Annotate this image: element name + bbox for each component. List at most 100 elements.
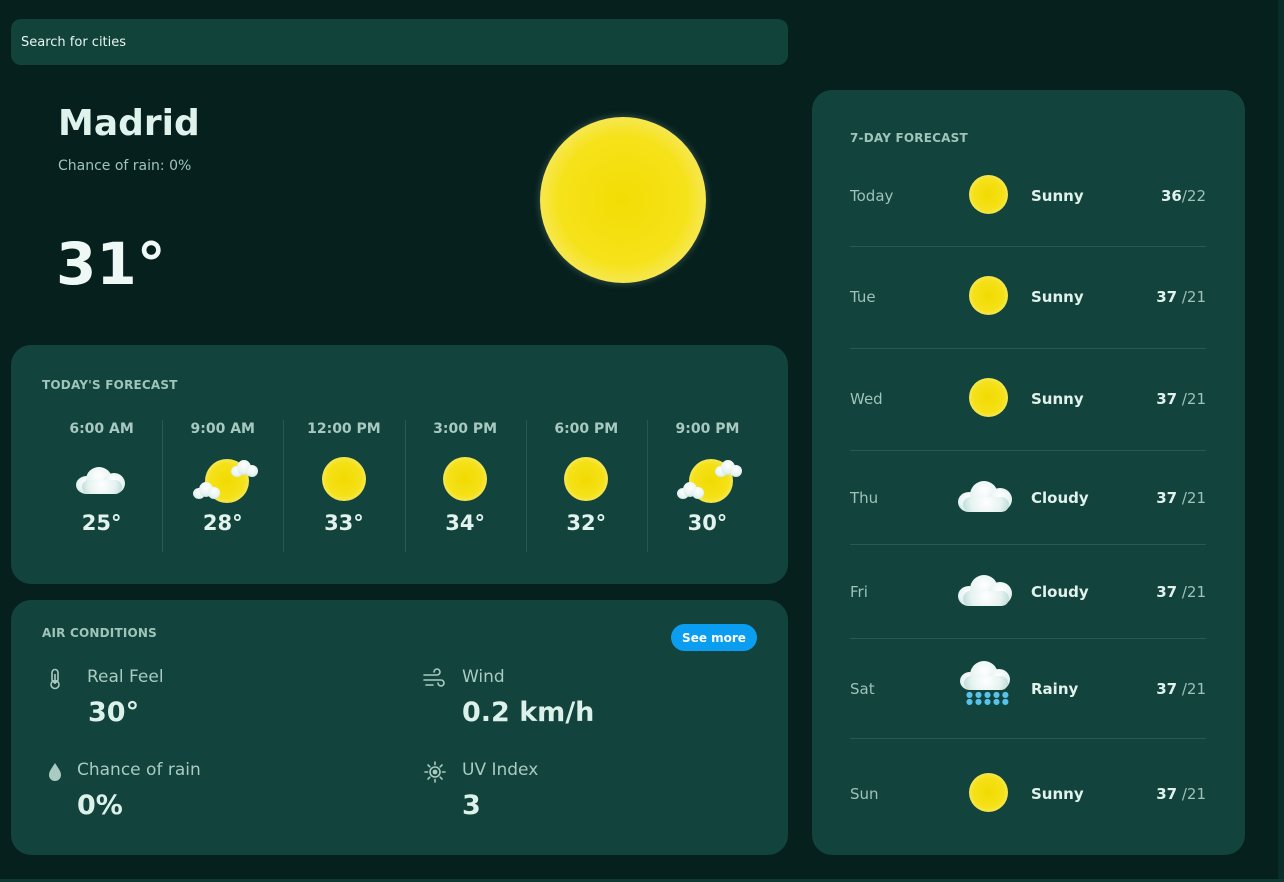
hour-time: 9:00 AM <box>190 421 255 437</box>
thermometer-icon <box>50 668 60 690</box>
day-name: Fri <box>850 583 868 601</box>
see-more-button[interactable]: See more <box>671 624 757 651</box>
day-high: 37 <box>1156 390 1178 408</box>
day-row: Fri Cloudy 37 /21 <box>850 545 1206 639</box>
todays-forecast-card: TODAY'S FORECAST 6:00 AM 25° 9:00 AM 28°… <box>11 345 788 584</box>
current-rain-chance: Chance of rain: 0% <box>58 158 192 174</box>
real-feel-label: Real Feel <box>87 667 164 687</box>
hour-time: 3:00 PM <box>433 421 498 437</box>
day-name: Sat <box>850 680 875 698</box>
cloud-icon <box>958 471 1018 521</box>
day-low: /21 <box>1177 583 1206 601</box>
day-temperature: 37 /21 <box>1156 288 1206 306</box>
day-condition: Rainy <box>1031 680 1079 698</box>
day-temperature: 37 /21 <box>1156 785 1206 803</box>
sun-icon <box>958 373 1018 423</box>
hour-time: 12:00 PM <box>307 421 381 437</box>
cloud-icon <box>72 453 132 505</box>
day-low: /21 <box>1177 785 1206 803</box>
hour-item: 6:00 PM 32° <box>525 420 647 555</box>
day-high: 37 <box>1156 785 1178 803</box>
rain-cloud-icon: ●●●●● ●●●●● <box>958 657 1018 707</box>
wind-icon <box>423 668 445 687</box>
day-high: 37 <box>1156 680 1178 698</box>
partly-cloudy-icon <box>677 453 743 505</box>
day-name: Sun <box>850 785 879 803</box>
day-low: /22 <box>1181 187 1206 205</box>
air-conditions-card: AIR CONDITIONS See more Real Feel 30° Wi… <box>11 600 788 855</box>
air-conditions-title: AIR CONDITIONS <box>42 626 157 640</box>
todays-forecast-title: TODAY'S FORECAST <box>42 378 178 392</box>
day-low: /21 <box>1177 288 1206 306</box>
day-row: Sat ●●●●● ●●●●● Rainy 37 /21 <box>850 639 1206 739</box>
sun-icon <box>435 453 495 505</box>
day-row: Tue Sunny 37 /21 <box>850 247 1206 349</box>
day-high: 36 <box>1160 187 1182 205</box>
search-input[interactable] <box>19 33 788 51</box>
day-condition: Sunny <box>1031 288 1084 306</box>
day-condition: Cloudy <box>1031 489 1089 507</box>
hourly-forecast-list: 6:00 AM 25° 9:00 AM 28° 12:00 PM 33° 3:0… <box>41 420 768 555</box>
droplet-icon <box>49 763 61 781</box>
hour-temperature: 25° <box>81 511 122 535</box>
day-high: 37 <box>1156 489 1178 507</box>
hour-item: 9:00 AM 28° <box>162 420 283 555</box>
day-condition: Sunny <box>1031 187 1084 205</box>
day-temperature: 37 /21 <box>1156 583 1206 601</box>
hour-item: 9:00 PM 30° <box>646 420 768 555</box>
hour-temperature: 32° <box>566 511 607 535</box>
day-name: Today <box>850 187 894 205</box>
day-condition: Cloudy <box>1031 583 1089 601</box>
hour-temperature: 30° <box>687 511 728 535</box>
search-bar[interactable] <box>11 19 788 65</box>
day-condition: Sunny <box>1031 785 1084 803</box>
day-row: Sun Sunny 37 /21 <box>850 739 1206 839</box>
day-low: /21 <box>1177 489 1206 507</box>
wind-label: Wind <box>462 667 505 687</box>
sun-icon <box>958 170 1018 220</box>
sun-icon <box>958 768 1018 818</box>
day-row: Thu Cloudy 37 /21 <box>850 451 1206 545</box>
seven-day-forecast-title: 7-DAY FORECAST <box>850 131 968 145</box>
hour-item: 12:00 PM 33° <box>283 420 404 555</box>
uv-sun-icon <box>424 761 446 783</box>
day-name: Thu <box>850 489 879 507</box>
day-condition: Sunny <box>1031 390 1084 408</box>
chance-of-rain-value: 0% <box>77 790 123 821</box>
day-low: /21 <box>1177 680 1206 698</box>
partly-cloudy-icon <box>192 453 258 505</box>
weather-app: Madrid Chance of rain: 0% 31° TODAY'S FO… <box>0 0 1284 882</box>
day-high: 37 <box>1156 583 1178 601</box>
day-temperature: 37 /21 <box>1156 680 1206 698</box>
day-high: 37 <box>1156 288 1178 306</box>
chance-of-rain-label: Chance of rain <box>77 760 201 780</box>
hour-time: 6:00 AM <box>69 421 134 437</box>
hour-time: 9:00 PM <box>675 421 740 437</box>
city-name: Madrid <box>58 103 200 144</box>
uv-index-value: 3 <box>462 790 481 821</box>
day-temperature: 37 /21 <box>1156 390 1206 408</box>
hour-item: 3:00 PM 34° <box>404 420 526 555</box>
day-name: Wed <box>850 390 883 408</box>
sun-icon <box>314 453 374 505</box>
hour-temperature: 33° <box>324 511 364 535</box>
hour-time: 6:00 PM <box>554 421 619 437</box>
day-name: Tue <box>850 288 876 306</box>
wind-value: 0.2 km/h <box>462 697 595 728</box>
day-row: Today Sunny 36/22 <box>850 170 1206 247</box>
seven-day-forecast-card: 7-DAY FORECAST Today Sunny 36/22 Tue Sun… <box>812 90 1245 855</box>
day-low: /21 <box>1177 390 1206 408</box>
hour-temperature: 28° <box>202 511 243 535</box>
sun-icon <box>540 117 706 283</box>
real-feel-value: 30° <box>88 697 140 728</box>
day-temperature: 37 /21 <box>1156 489 1206 507</box>
hour-item: 6:00 AM 25° <box>41 420 162 555</box>
sun-icon <box>556 453 616 505</box>
uv-index-label: UV Index <box>462 760 539 780</box>
hour-temperature: 34° <box>445 511 485 535</box>
day-temperature: 36/22 <box>1161 187 1206 205</box>
cloud-icon <box>958 565 1018 615</box>
current-temperature: 31° <box>56 230 166 298</box>
window-edge <box>1278 0 1284 882</box>
sun-icon <box>958 271 1018 321</box>
